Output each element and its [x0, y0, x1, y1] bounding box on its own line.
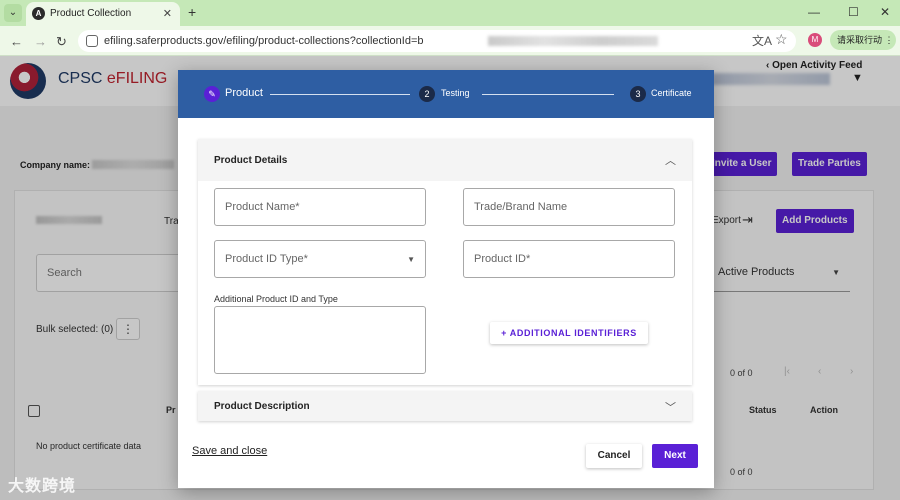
product-name-placeholder: Product Name* — [225, 201, 300, 213]
product-name-field[interactable]: Product Name* — [214, 188, 426, 226]
url-input[interactable]: efiling.saferproducts.gov/efiling/produc… — [78, 30, 796, 52]
product-id-type-placeholder: Product ID Type* — [225, 253, 308, 265]
additional-id-label: Additional Product ID and Type — [214, 294, 338, 304]
additional-id-textarea[interactable] — [214, 306, 426, 374]
new-tab-icon[interactable]: + — [188, 4, 196, 20]
brand-name-field[interactable]: Trade/Brand Name — [463, 188, 675, 226]
product-details-header[interactable]: Product Details ︿ — [198, 139, 692, 181]
chevron-up-icon[interactable]: ︿ — [665, 152, 676, 168]
bookmark-star-icon[interactable]: ☆ — [775, 31, 788, 48]
url-text: efiling.saferproducts.gov/efiling/produc… — [104, 35, 424, 47]
caret-down-icon: ▼ — [407, 255, 415, 264]
product-details-accordion: Product Details ︿ Product Name* Trade/Br… — [198, 139, 692, 385]
product-id-field[interactable]: Product ID* — [463, 240, 675, 278]
save-and-close-link[interactable]: Save and close — [192, 445, 267, 457]
stepper: ✎ Product 2 Testing 3 Certificate — [178, 70, 714, 118]
tab-title: Product Collection — [50, 8, 132, 19]
product-description-title: Product Description — [214, 401, 310, 412]
step-testing-badge: 2 — [419, 86, 435, 102]
back-arrow-icon[interactable]: ← — [10, 34, 23, 49]
step-product-label[interactable]: Product — [225, 87, 263, 99]
step-certificate-badge: 3 — [630, 86, 646, 102]
site-info-icon[interactable] — [86, 35, 98, 47]
angular-favicon-icon: A — [32, 7, 45, 20]
brand-name-placeholder: Trade/Brand Name — [474, 201, 568, 213]
product-id-type-select[interactable]: Product ID Type* ▼ — [214, 240, 426, 278]
profile-avatar[interactable]: M — [808, 33, 822, 47]
product-modal: ✎ Product 2 Testing 3 Certificate Produc… — [178, 70, 714, 488]
forward-arrow-icon[interactable]: → — [34, 34, 47, 49]
browser-tab[interactable]: A Product Collection ✕ — [26, 2, 180, 26]
step-testing-label[interactable]: Testing — [441, 88, 470, 98]
maximize-icon[interactable]: ☐ — [848, 5, 859, 19]
next-button[interactable]: Next — [652, 444, 698, 468]
translate-icon[interactable]: 文A — [752, 32, 772, 49]
cancel-button[interactable]: Cancel — [586, 444, 642, 468]
watermark-logo: 大数跨境 — [8, 472, 76, 496]
step-connector-2 — [482, 94, 614, 95]
reload-icon[interactable]: ↻ — [56, 34, 67, 50]
pencil-icon: ✎ — [204, 86, 220, 102]
step-connector — [270, 94, 410, 95]
product-description-header[interactable]: Product Description ﹀ — [198, 391, 692, 421]
url-redacted — [488, 36, 658, 46]
tab-close-icon[interactable]: ✕ — [163, 7, 172, 20]
product-details-title: Product Details — [214, 155, 288, 166]
window-close-icon[interactable]: ✕ — [880, 5, 890, 19]
minimize-icon[interactable]: — — [808, 5, 820, 19]
additional-identifiers-button[interactable]: + ADDITIONAL IDENTIFIERS — [490, 322, 648, 344]
watermark-text: 大数跨境 — [8, 478, 77, 495]
product-id-placeholder: Product ID* — [474, 253, 531, 265]
tab-search-chevron-icon[interactable]: ⌄ — [4, 4, 22, 22]
browser-tab-bar: ⌄ A Product Collection ✕ + — ☐ ✕ — [0, 0, 900, 26]
profile-action-pill[interactable]: 请采取行动 ⋮ — [830, 30, 896, 50]
chevron-down-icon[interactable]: ﹀ — [665, 399, 676, 415]
step-certificate-label[interactable]: Certificate — [651, 88, 692, 98]
product-description-accordion[interactable]: Product Description ﹀ — [198, 391, 692, 421]
